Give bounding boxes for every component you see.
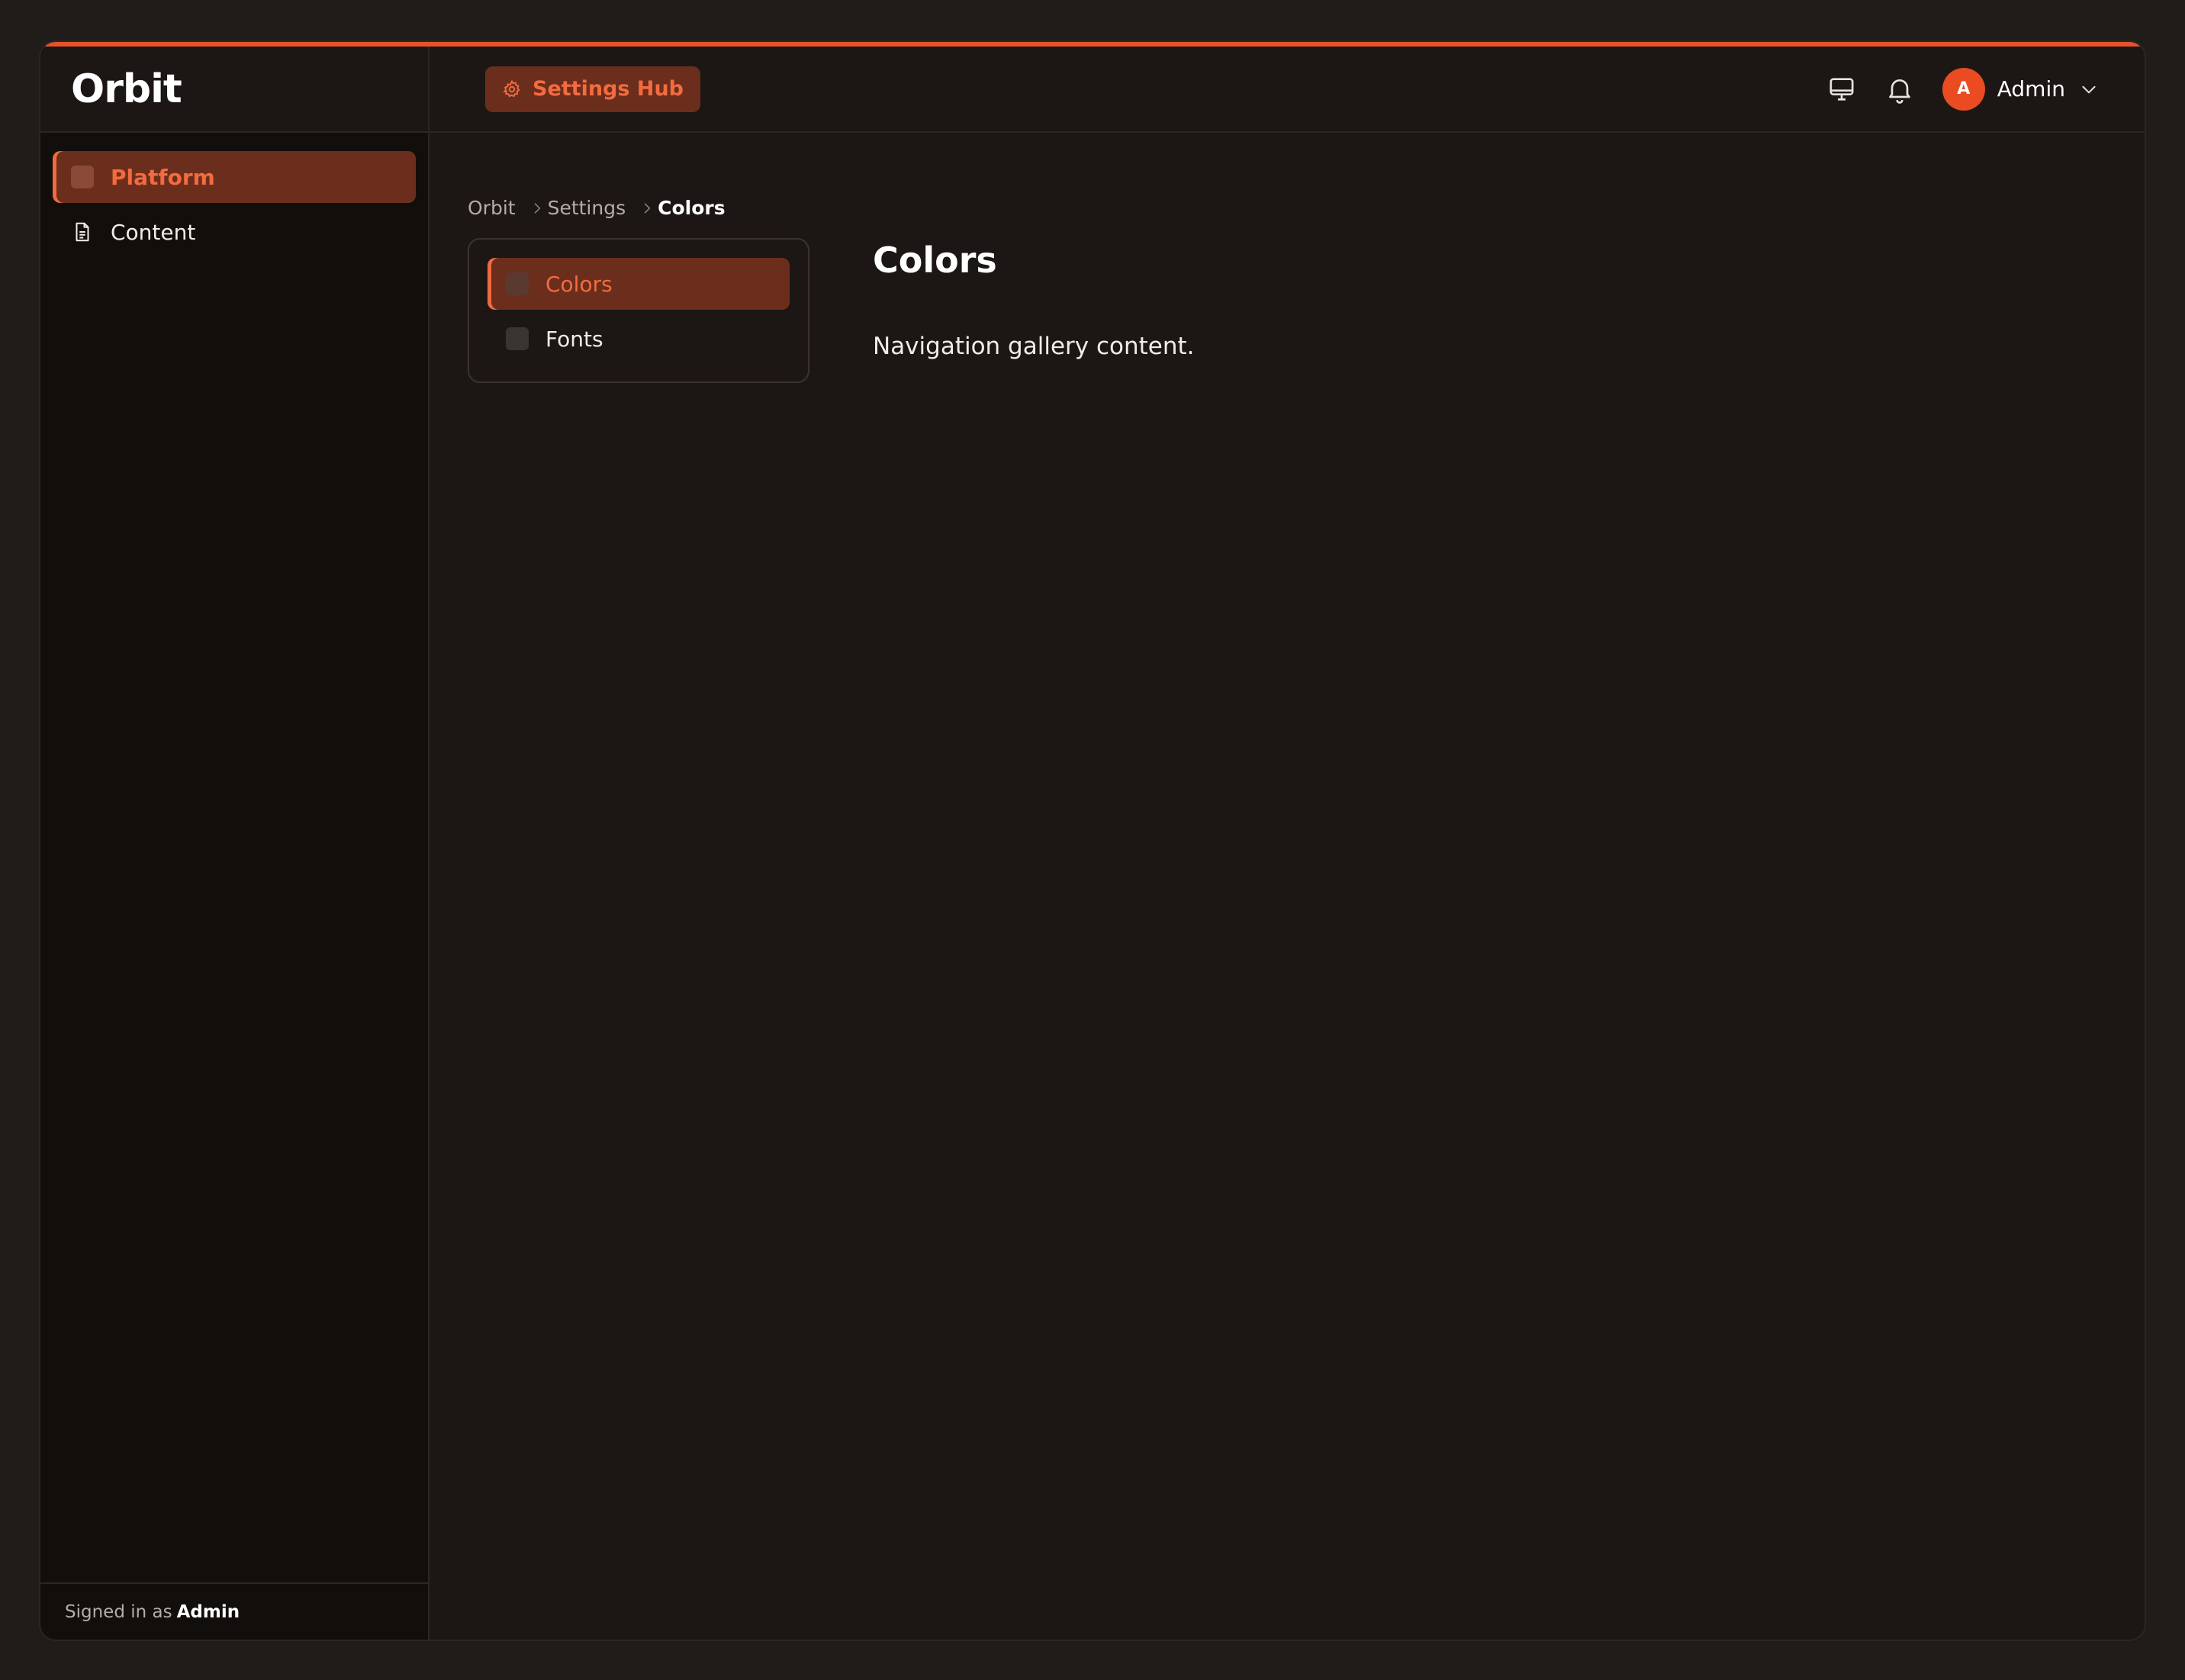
breadcrumb: Orbit Settings Colors [468,197,726,219]
signed-in-prefix: Signed in as [65,1601,172,1622]
sidebar-item-label: Platform [111,164,215,190]
subnav-item-label: Colors [545,271,613,297]
breadcrumb-item-settings[interactable]: Settings [548,197,626,219]
bell-icon[interactable] [1884,74,1915,105]
square-icon [506,327,529,350]
app-window: Orbit Platform Content Signed in as Admi… [39,40,2146,1641]
sidebar-item-content[interactable]: Content [53,206,416,258]
subnav-item-label: Fonts [545,326,603,352]
settings-hub-label: Settings Hub [533,77,684,101]
sidebar: Orbit Platform Content Signed in as Admi… [40,47,430,1640]
settings-subnav: Colors Fonts [468,238,809,383]
chevron-right-icon [534,202,540,214]
subnav-item-fonts[interactable]: Fonts [488,313,790,365]
sidebar-item-platform[interactable]: Platform [53,151,416,203]
header-actions: A Admin [1799,67,2099,111]
avatar[interactable]: A [1942,67,1985,111]
chevron-down-icon[interactable] [2079,79,2099,99]
settings-hub-button[interactable]: Settings Hub [485,66,700,112]
page-body-text: Navigation gallery content. [873,333,1195,360]
subnav-item-colors[interactable]: Colors [488,258,790,310]
gear-icon [503,79,520,97]
page-title: Colors [873,240,997,281]
square-icon [506,272,529,295]
app-logo[interactable]: Orbit [40,47,428,133]
user-menu-name[interactable]: Admin [1997,76,2065,101]
square-icon [71,166,94,188]
chevron-right-icon [644,202,651,214]
breadcrumb-item-current: Colors [658,197,726,219]
monitor-icon[interactable] [1826,74,1857,105]
document-icon [76,222,89,242]
sidebar-item-label: Content [111,219,196,245]
sidebar-nav: Platform Content [40,133,428,258]
top-header: Settings Hub A Admin [430,47,2145,133]
signed-in-footer: Signed in as Admin [40,1582,428,1640]
main-content: Orbit Settings Colors Colors Fonts Color… [430,134,2145,1640]
breadcrumb-item-orbit[interactable]: Orbit [468,197,516,219]
signed-in-user: Admin [176,1601,240,1622]
